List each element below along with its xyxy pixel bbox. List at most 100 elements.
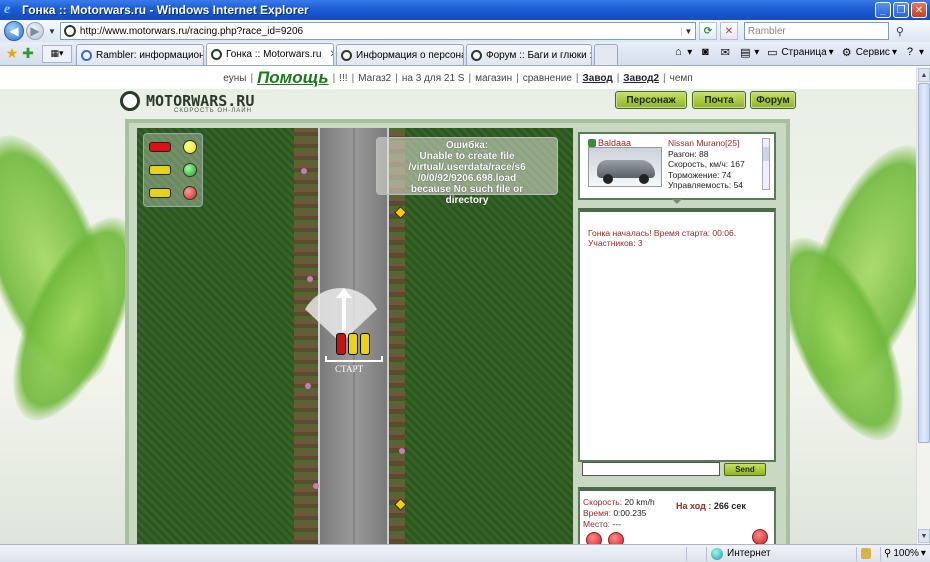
tab-forum[interactable]: Форум :: Баги и глюки :: М... <box>466 44 592 65</box>
back-button[interactable]: ◀ <box>4 21 24 41</box>
character-button[interactable]: Персонаж <box>615 91 687 109</box>
tools-menu[interactable]: ⚙ Сервис ▾ <box>840 45 897 59</box>
action-button-icon[interactable] <box>608 532 624 544</box>
quick-tabs-button[interactable]: ▦▾ <box>42 44 72 63</box>
nav-link-champ[interactable]: чемп <box>670 73 693 84</box>
home-button[interactable]: ⌂ ▾ <box>671 45 692 59</box>
error-line: /virtual/.userdata/race/s6 <box>408 162 526 173</box>
page-content: еуны | Помощь | !!! | Магаз2 | на 3 для 21 S… <box>0 67 916 544</box>
nav-link-shop[interactable]: магазин <box>475 73 512 84</box>
flower-decoration <box>307 276 313 282</box>
error-line: Ошибка: <box>445 140 489 151</box>
zoom-dropdown-icon: ▾ <box>920 548 926 559</box>
close-button[interactable]: ✕ <box>911 2 927 18</box>
new-tab-button[interactable] <box>594 44 618 65</box>
direction-arrow-shaft[interactable] <box>342 293 346 331</box>
forward-button[interactable]: ▶ <box>26 22 44 40</box>
wheel-icon <box>603 174 613 184</box>
scroll-up-icon[interactable]: ▲ <box>918 68 930 82</box>
car-info: Nissan Murano[25] Разгон: 88 Скорость, к… <box>668 138 745 191</box>
page-menu[interactable]: ▭ Страница ▾ <box>765 45 834 59</box>
nav-link-3for21[interactable]: на 3 для 21 S <box>402 73 465 84</box>
nav-link-euny[interactable]: еуны <box>223 73 246 84</box>
favorites-star-icon[interactable]: ★ <box>4 44 20 64</box>
tab-close-icon[interactable]: ✕ <box>329 49 333 60</box>
print-button[interactable]: ▤ ▾ <box>738 45 759 59</box>
mail-icon: ✉ <box>720 46 730 59</box>
lights-row <box>149 140 197 154</box>
race-stats-panel: Скорость: 20 km/h Время: 0:00.235 Место:… <box>578 487 776 544</box>
flower-decoration <box>305 383 311 389</box>
player-car-panel: Baldaaa Nissan Murano[25] Разгон: 88 Ско… <box>578 132 776 200</box>
forum-button[interactable]: Форум <box>750 91 796 109</box>
security-zone[interactable]: Интернет <box>706 546 856 561</box>
status-bar: Интернет ⚲ 100% ▾ <box>0 544 930 562</box>
logo-subtitle: СКОРОСТЬ ОН-ЛАЙН <box>174 108 252 114</box>
window-title: Гонка :: Motorwars.ru - Windows Internet… <box>22 3 309 17</box>
tab-label: Гонка :: Motorwars.ru <box>226 49 322 60</box>
stop-button[interactable]: ✕ <box>719 22 738 40</box>
minimize-button[interactable]: _ <box>875 2 891 18</box>
refresh-button[interactable]: ⟳ <box>698 22 717 40</box>
wheel-icon <box>639 174 649 184</box>
mail-button[interactable]: ✉ <box>718 45 732 59</box>
window-controls: _ ❐ ✕ <box>875 2 927 18</box>
flower-decoration <box>399 448 405 454</box>
feeds-button[interactable]: ◙ <box>698 45 712 59</box>
nav-link-help[interactable]: Помощь <box>257 68 329 88</box>
search-input[interactable]: Rambler <box>743 22 889 40</box>
tab-bar: ★ ✚ ▦▾ Rambler: информационно-п... Гонка… <box>0 42 930 66</box>
user-icon <box>588 139 596 147</box>
race-lights-panel <box>143 133 203 207</box>
scroll-down-icon[interactable]: ▼ <box>918 529 930 543</box>
nav-link-shop2[interactable]: Магаз2 <box>358 73 391 84</box>
tab-character-info[interactable]: Информация о персонаже :... <box>336 44 464 65</box>
car-icon <box>149 165 171 175</box>
chevron-down-icon[interactable] <box>672 199 682 204</box>
protected-mode[interactable] <box>856 546 880 561</box>
tab-rambler[interactable]: Rambler: информационно-п... <box>76 44 204 65</box>
zone-label: Интернет <box>727 548 771 559</box>
search-icon[interactable]: ⚲ <box>891 22 909 40</box>
car-stat: Скорость, км/ч: 167 <box>668 159 745 169</box>
car-icon <box>149 142 171 152</box>
address-input[interactable]: http://www.motorwars.ru/racing.php?race_… <box>59 22 696 40</box>
start-label: СТАРТ <box>335 364 364 374</box>
error-line: Unable to create file <box>419 151 515 162</box>
help-button[interactable]: ? ▾ <box>903 45 924 59</box>
history-dropdown-icon[interactable]: ▼ <box>48 27 56 36</box>
nav-link-factory[interactable]: Завод <box>583 73 613 84</box>
tab-label: Rambler: информационно-п... <box>96 49 204 61</box>
address-bar-row: ◀ ▶ ▼ http://www.motorwars.ru/racing.php… <box>0 20 930 42</box>
panel-scrollbar[interactable] <box>762 138 770 190</box>
lights-row <box>149 186 197 200</box>
nav-link-exclaim[interactable]: !!! <box>339 73 347 84</box>
tab-race[interactable]: Гонка :: Motorwars.ru ✕ <box>206 43 334 65</box>
flower-decoration <box>301 168 307 174</box>
gear-icon: ⚙ <box>841 46 852 59</box>
action-button-icon[interactable] <box>586 532 602 544</box>
chat-message: Участников: 3 <box>588 238 643 248</box>
status-segment <box>686 546 706 561</box>
red-light-icon <box>183 186 197 200</box>
globe-icon <box>711 547 723 560</box>
chat-input-row: Send <box>580 459 776 479</box>
address-dropdown-icon[interactable]: ▼ <box>680 26 695 36</box>
chat-input[interactable] <box>582 462 720 476</box>
nav-link-factory2[interactable]: Завод2 <box>623 73 659 84</box>
send-button[interactable]: Send <box>724 462 766 476</box>
maximize-button[interactable]: ❐ <box>893 2 909 18</box>
address-url[interactable]: http://www.motorwars.ru/racing.php?race_… <box>80 26 681 37</box>
player-car[interactable] <box>348 333 358 355</box>
speed-stat: Скорость: 20 km/h <box>583 497 655 507</box>
help-icon: ? <box>906 46 914 58</box>
add-favorite-icon[interactable]: ✚ <box>20 44 36 64</box>
race-track[interactable]: Ошибка: Unable to create file /virtual/.… <box>137 128 573 544</box>
chat-message: Гонка началась! Время старта: 00:06. <box>588 228 737 238</box>
page-scrollbar[interactable]: ▲ ▼ <box>916 67 930 544</box>
nav-link-compare[interactable]: сравнение <box>523 73 572 84</box>
scroll-thumb[interactable] <box>918 83 930 443</box>
mail-button-site[interactable]: Почта <box>692 91 746 109</box>
action-button-icon[interactable] <box>752 529 768 544</box>
zoom-control[interactable]: ⚲ 100% ▾ <box>880 546 930 561</box>
